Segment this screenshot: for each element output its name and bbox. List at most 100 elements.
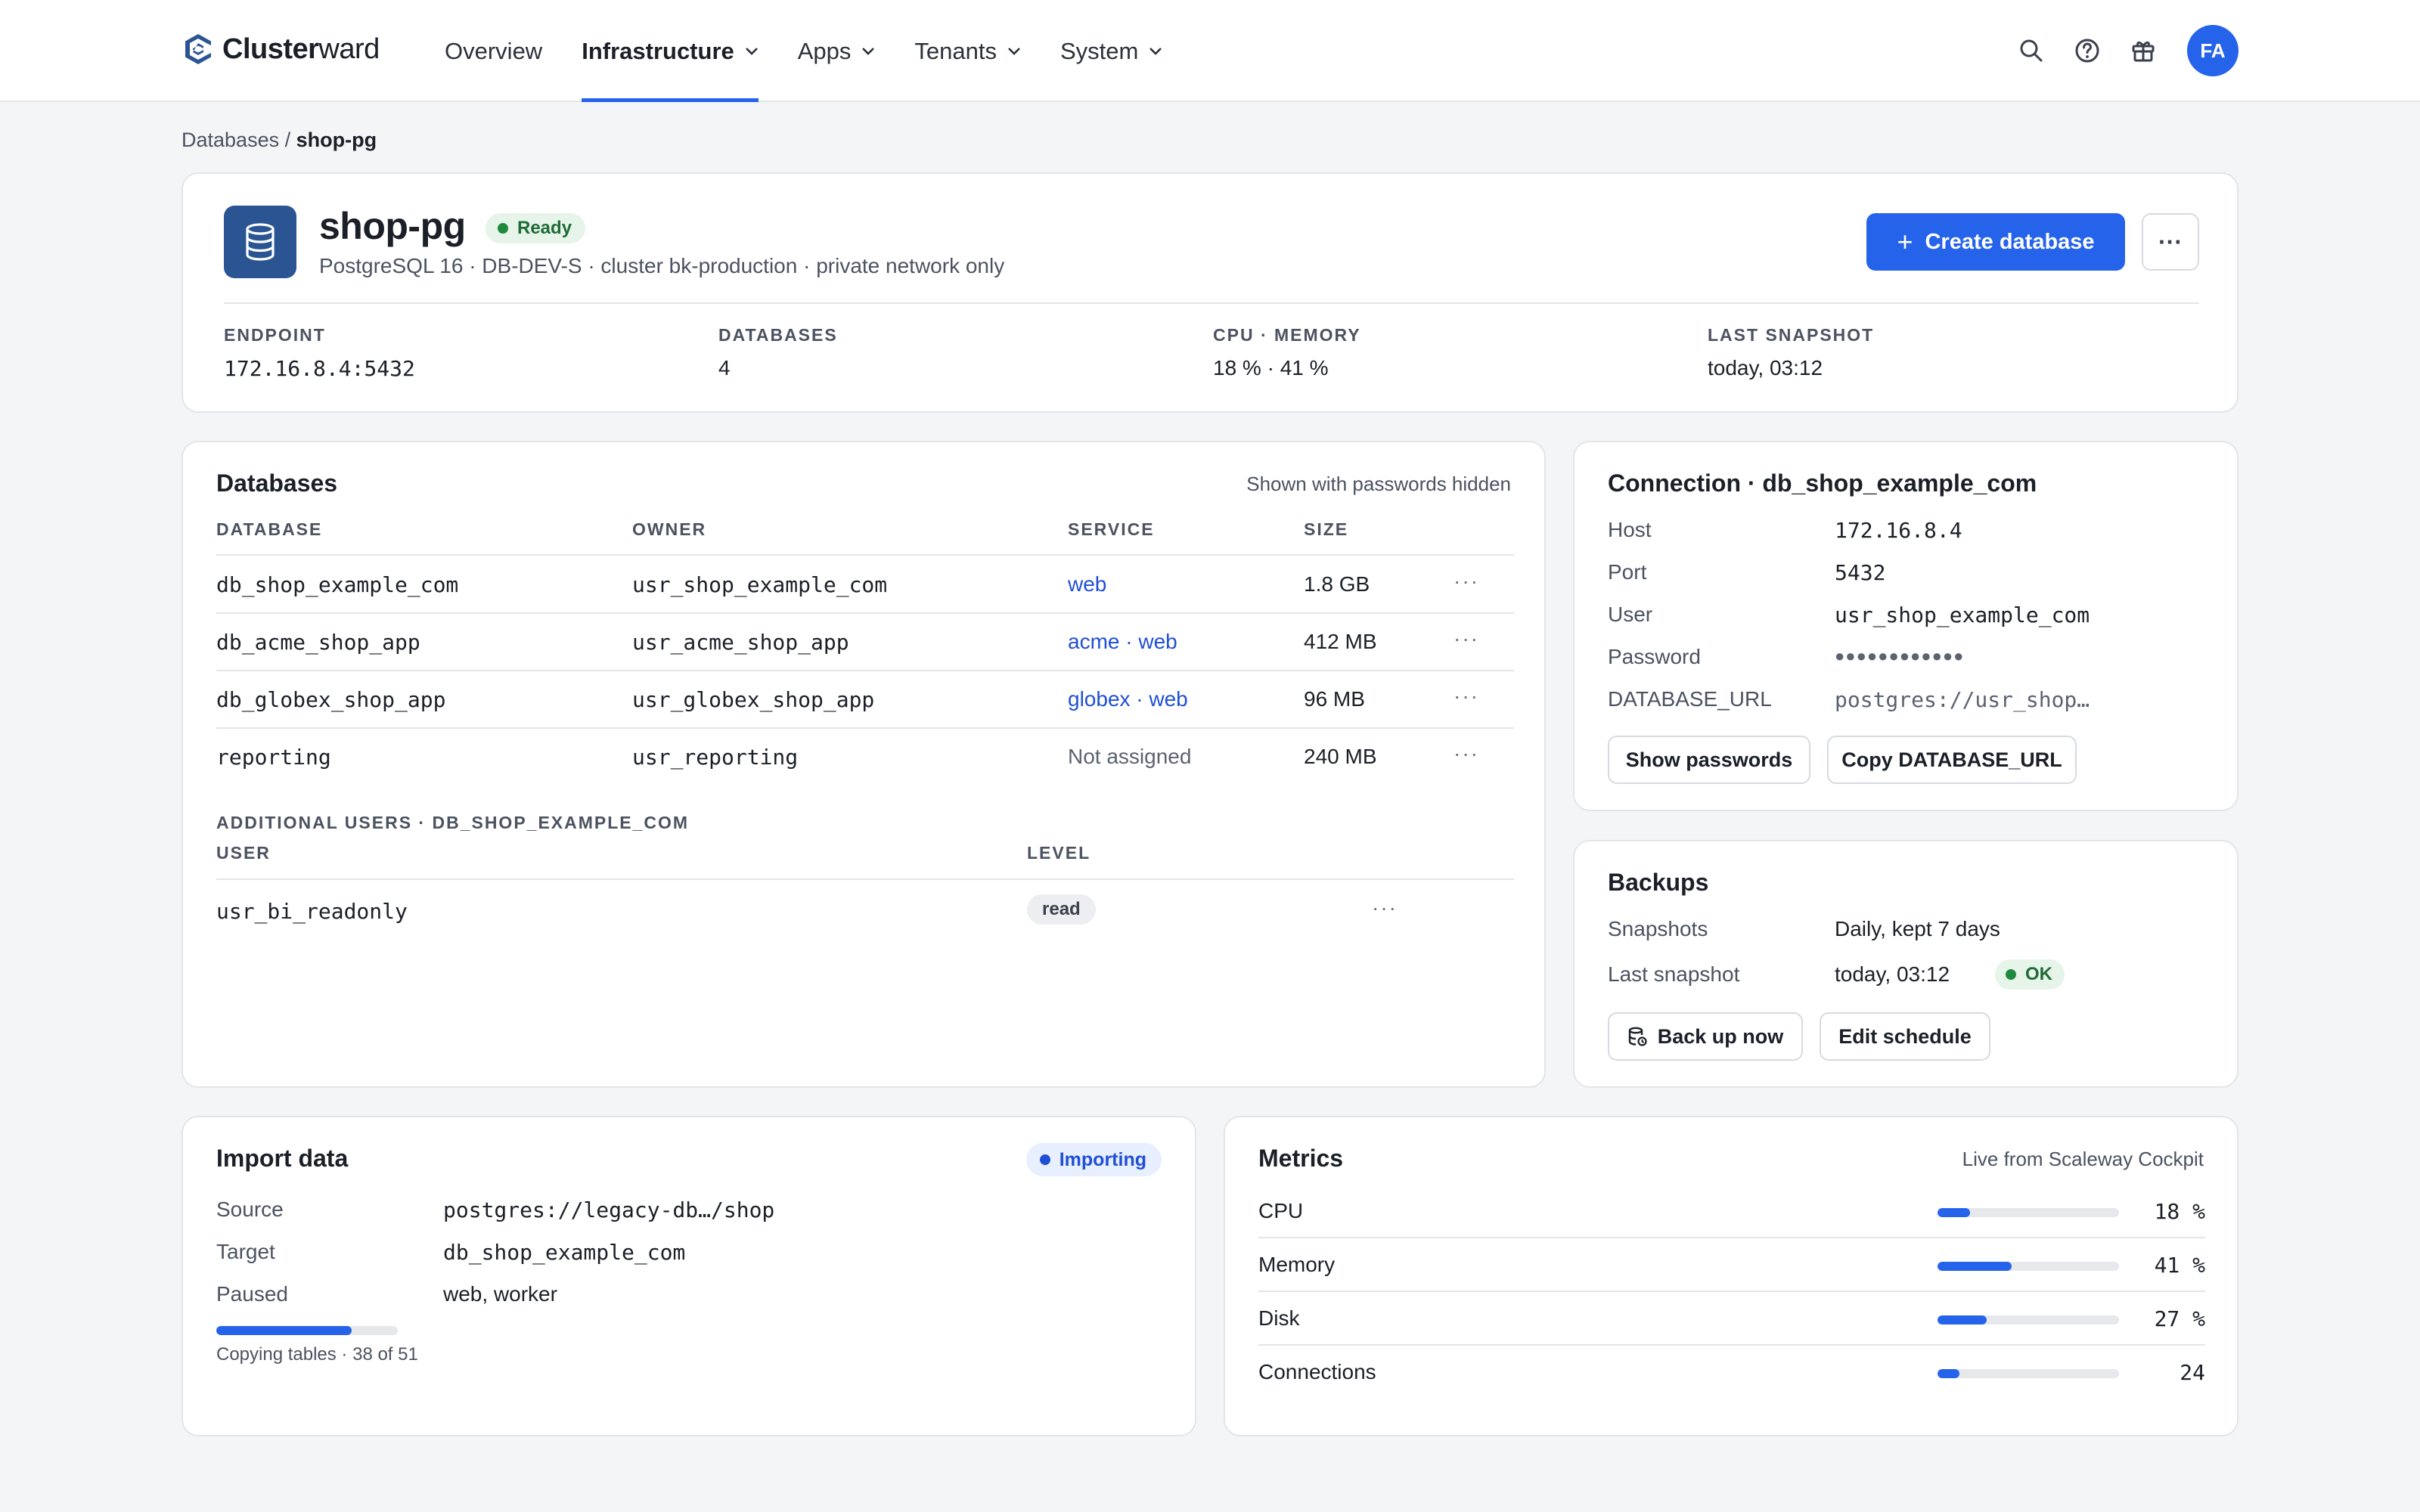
import-source: postgres://legacy-db…/shop [443, 1198, 775, 1222]
row-divider [216, 727, 1514, 729]
backup-icon [1628, 1027, 1647, 1046]
top-icon-group: FA [1990, 25, 2238, 76]
nav-item-apps[interactable]: Apps [798, 0, 876, 102]
stat-last-snapshot: LAST SNAPSHOT today, 03:12 [1708, 325, 1874, 380]
brand-logo[interactable]: Clusterward [183, 32, 380, 67]
brand-name-bold: Cluster [222, 33, 319, 65]
gift-icon [2132, 41, 2155, 62]
cell-database: db_shop_example_com [216, 572, 459, 597]
metric-bar [1938, 1208, 2119, 1217]
row-more-button[interactable]: ··· [1454, 742, 1479, 766]
more-options-button[interactable]: ··· [2142, 213, 2199, 271]
copy-database-url-button[interactable]: Copy DATABASE_URL [1827, 736, 2077, 784]
import-data-card: Import data Importing Source postgres://… [182, 1116, 1196, 1436]
plus-icon: + [1897, 226, 1913, 257]
backups-card: Backups Snapshots Daily, kept 7 days Las… [1573, 840, 2238, 1088]
metric-bar [1938, 1315, 2119, 1325]
breadcrumb-parent[interactable]: Databases [182, 129, 279, 151]
stat-databases: DATABASES 4 [718, 325, 838, 380]
connection-card: Connection · db_shop_example_com Host 17… [1573, 441, 2238, 811]
table-header-divider [216, 554, 1514, 556]
additional-users-title: ADDITIONAL USERS · DB_SHOP_EXAMPLE_COM [216, 813, 690, 832]
nav-item-tenants[interactable]: Tenants [914, 0, 1021, 102]
metric-bar-fill [1938, 1369, 1959, 1378]
field-label: Paused [216, 1282, 288, 1306]
import-paused-services: web, worker [443, 1282, 557, 1306]
column-header-owner: OWNER [632, 519, 707, 539]
databases-note: Shown with passwords hidden [1246, 472, 1511, 495]
stat-value: 172.16.8.4:5432 [224, 356, 415, 381]
status-badge-label: Ready [517, 218, 572, 238]
nav-item-label: Tenants [914, 37, 997, 64]
last-snapshot-value: today, 03:12 [1835, 962, 1950, 986]
show-passwords-button[interactable]: Show passwords [1608, 736, 1810, 784]
metric-value: 41 % [2154, 1253, 2205, 1278]
databases-card: Databases Shown with passwords hidden DA… [182, 441, 1546, 1088]
metric-value: 18 % [2154, 1199, 2205, 1224]
metric-bar-fill [1938, 1262, 2012, 1271]
cell-service-link[interactable]: web [1068, 572, 1106, 596]
cell-database: db_acme_shop_app [216, 630, 420, 655]
breadcrumb-separator: / [279, 129, 296, 151]
row-more-button[interactable]: ··· [1454, 684, 1479, 708]
table-header-divider [216, 878, 1514, 880]
column-header-level: LEVEL [1027, 843, 1091, 863]
status-badge: Ready [486, 213, 586, 243]
nav-item-overview[interactable]: Overview [445, 0, 542, 102]
cell-owner: usr_shop_example_com [632, 572, 888, 597]
cell-service-link[interactable]: acme · web [1068, 630, 1177, 654]
field-label: Port [1608, 560, 1647, 584]
metric-value: 24 [2180, 1360, 2205, 1385]
row-more-button[interactable]: ··· [1372, 896, 1398, 920]
import-title: Import data [216, 1145, 349, 1172]
edit-schedule-button[interactable]: Edit schedule [1820, 1012, 1990, 1061]
nav-item-system[interactable]: System [1060, 0, 1162, 102]
column-header-service: SERVICE [1068, 519, 1155, 539]
metric-bar-fill [1938, 1208, 1971, 1217]
stat-label: DATABASES [718, 325, 838, 345]
cell-size: 96 MB [1304, 687, 1365, 711]
chevron-down-icon [862, 47, 875, 55]
help-button[interactable] [2072, 36, 2102, 66]
database-header-card: shop-pg Ready PostgreSQL 16 · DB-DEV-S ·… [182, 172, 2238, 413]
create-database-label: Create database [1925, 229, 2095, 254]
chevron-down-icon [1150, 47, 1162, 55]
back-up-now-button[interactable]: Back up now [1608, 1012, 1803, 1061]
cell-size: 1.8 GB [1304, 572, 1370, 596]
import-progress-bar [216, 1326, 398, 1335]
field-label: Target [216, 1240, 275, 1263]
cell-size: 240 MB [1304, 745, 1377, 768]
metric-label: CPU [1258, 1199, 1304, 1222]
stat-endpoint: ENDPOINT 172.16.8.4:5432 [224, 325, 415, 381]
backups-title: Backups [1608, 869, 1709, 896]
field-password-masked: ●●●●●●●●●●●● [1835, 646, 1965, 665]
cell-owner: usr_reporting [632, 745, 799, 770]
import-progress-caption: Copying tables · 38 of 51 [216, 1344, 418, 1365]
create-database-button[interactable]: + Create database [1866, 213, 2125, 271]
stat-value: 18 % · 41 % [1213, 356, 1329, 380]
row-divider [216, 670, 1514, 671]
metric-bar [1938, 1262, 2119, 1271]
avatar[interactable]: FA [2187, 25, 2238, 76]
row-more-button[interactable]: ··· [1454, 569, 1479, 593]
database-icon [246, 223, 275, 261]
nav-item-infrastructure[interactable]: Infrastructure [582, 0, 759, 102]
import-status-badge: Importing [1025, 1143, 1162, 1176]
connection-title: Connection · db_shop_example_com [1608, 469, 2037, 497]
row-more-button[interactable]: ··· [1454, 627, 1479, 651]
gift-button[interactable] [2128, 36, 2158, 66]
page-title: shop-pg [319, 205, 466, 247]
metric-bar-fill [1938, 1315, 1987, 1325]
field-user: usr_shop_example_com [1835, 603, 2090, 627]
metric-divider [1258, 1344, 2205, 1346]
metric-divider [1258, 1237, 2205, 1238]
cell-service-unassigned: Not assigned [1068, 745, 1192, 768]
column-header-user: USER [216, 843, 271, 863]
field-label: Last snapshot [1608, 962, 1740, 986]
search-button[interactable] [2016, 36, 2046, 66]
cell-service-link[interactable]: globex · web [1068, 687, 1188, 711]
snapshots-schedule: Daily, kept 7 days [1835, 917, 2000, 940]
brand-name: Clusterward [222, 33, 380, 66]
status-dot-icon [1039, 1154, 1050, 1165]
field-label: Password [1608, 645, 1701, 668]
